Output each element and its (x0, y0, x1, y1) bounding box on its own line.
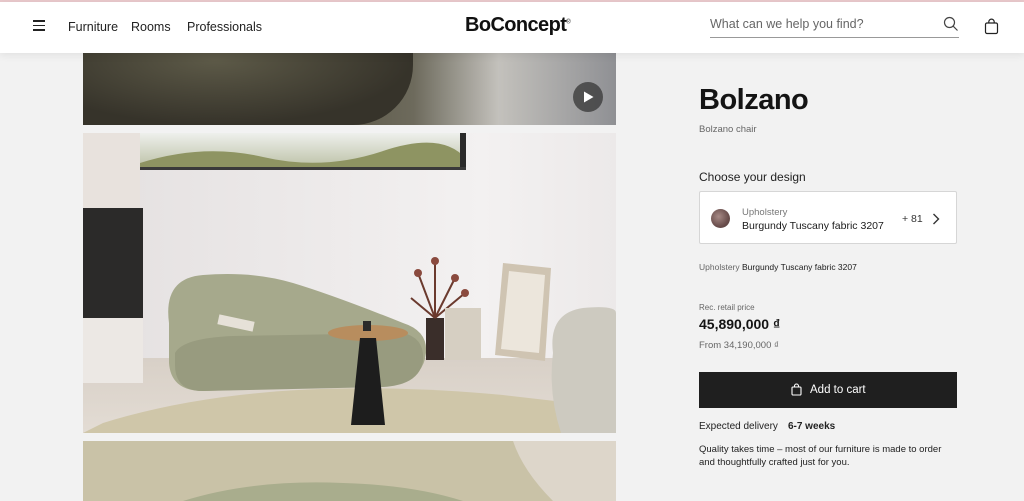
product-title: Bolzano (699, 84, 809, 116)
product-subtitle: Bolzano chair (699, 124, 757, 135)
chevron-right-icon (933, 213, 940, 225)
delivery-value: 6-7 weeks (787, 421, 836, 432)
delivery-label: Expected delivery (699, 421, 778, 432)
from-price: From 34,190,000 ₫ (699, 340, 779, 351)
shopping-bag-icon (791, 383, 802, 396)
choose-design-heading: Choose your design (699, 170, 806, 184)
play-icon[interactable] (573, 82, 603, 112)
search-icon[interactable] (943, 16, 959, 32)
search-input[interactable] (710, 14, 930, 34)
design-selector[interactable]: Upholstery Burgundy Tuscany fabric 3207 … (699, 191, 957, 244)
boconcept-logo[interactable]: BoConcept® (465, 14, 571, 37)
product-image-room[interactable] (83, 133, 616, 433)
design-option-value: Burgundy Tuscany fabric 3207 (742, 220, 884, 232)
summary-label: Upholstery (699, 262, 740, 272)
add-to-cart-label: Add to cart (810, 384, 866, 396)
nav-furniture[interactable]: Furniture (68, 20, 118, 34)
summary-value: Burgundy Tuscany fabric 3207 (742, 262, 857, 272)
hamburger-icon[interactable] (33, 20, 45, 32)
shopping-bag-icon[interactable] (984, 18, 999, 35)
product-image-closeup[interactable] (83, 441, 616, 501)
retail-price-label: Rec. retail price (699, 303, 755, 312)
product-gallery (83, 53, 616, 501)
expected-delivery: Expected delivery 6-7 weeks (699, 421, 835, 432)
nav-professionals[interactable]: Professionals (187, 20, 262, 34)
product-image-detail[interactable] (83, 53, 616, 125)
selected-design-summary: Upholstery Burgundy Tuscany fabric 3207 (699, 262, 857, 272)
design-more-count: + 81 (902, 213, 923, 225)
product-price: 45,890,000 ₫ (699, 316, 781, 332)
nav-rooms[interactable]: Rooms (131, 20, 171, 34)
add-to-cart-button[interactable]: Add to cart (699, 372, 957, 408)
fabric-swatch-icon (711, 209, 730, 228)
search-bar (710, 14, 959, 38)
quality-note: Quality takes time – most of our furnitu… (699, 444, 942, 468)
site-header: Furniture Rooms Professionals BoConcept® (0, 2, 1024, 53)
design-option-label: Upholstery (742, 207, 788, 218)
